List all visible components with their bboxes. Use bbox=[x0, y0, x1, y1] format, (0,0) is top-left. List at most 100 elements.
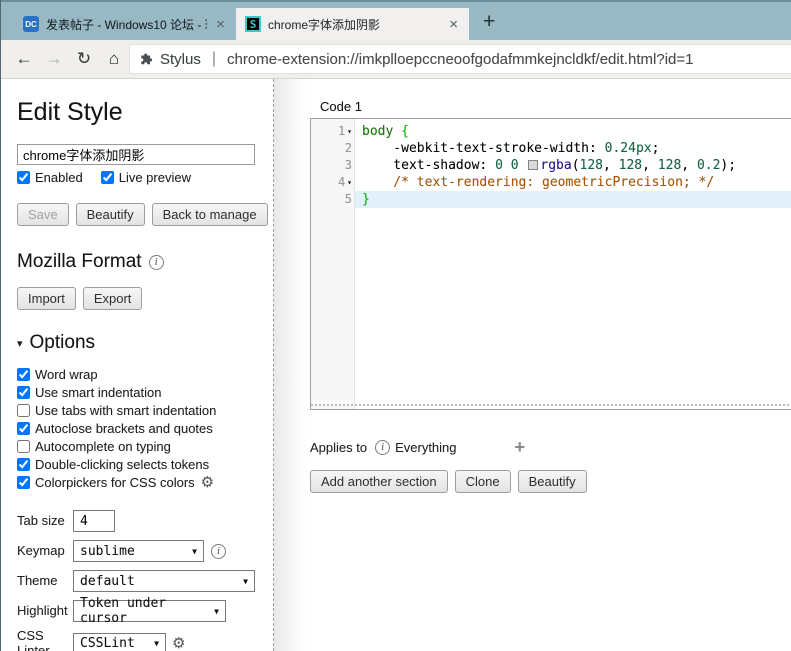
import-button[interactable]: Import bbox=[17, 287, 76, 310]
info-icon[interactable]: i bbox=[211, 544, 226, 559]
options-collapse-icon[interactable]: ▾ bbox=[17, 337, 23, 350]
clone-button[interactable]: Clone bbox=[455, 470, 511, 493]
code-token: , bbox=[642, 158, 658, 173]
smart-indentation-checkbox[interactable] bbox=[17, 386, 30, 399]
back-icon[interactable]: ← bbox=[9, 49, 39, 69]
highlight-value: Token under cursor bbox=[80, 596, 206, 626]
address-separator: | bbox=[212, 50, 216, 68]
tab-forum[interactable]: DC 发表帖子 - Windows10 论坛 - 玩 × bbox=[14, 8, 236, 40]
word-wrap-checkbox[interactable] bbox=[17, 368, 30, 381]
close-icon[interactable]: × bbox=[214, 17, 227, 32]
enabled-checkbox[interactable] bbox=[17, 171, 30, 184]
section-beautify-button[interactable]: Beautify bbox=[518, 470, 587, 493]
code-line[interactable]: 5} bbox=[311, 191, 791, 208]
code-token: , bbox=[681, 158, 697, 173]
close-icon[interactable]: × bbox=[447, 17, 460, 32]
option-autocomplete[interactable]: Autocomplete on typing bbox=[17, 437, 255, 455]
code-line[interactable]: 3 text-shadow: 0 0 rgba(128, 128, 128, 0… bbox=[311, 157, 791, 174]
code-token bbox=[503, 158, 511, 173]
export-button[interactable]: Export bbox=[83, 287, 143, 310]
tab-title: 发表帖子 - Windows10 论坛 - 玩 bbox=[46, 16, 207, 33]
line-number[interactable]: 1▾ bbox=[311, 123, 355, 140]
extension-puzzle-icon bbox=[139, 52, 153, 66]
code-token: 0.2 bbox=[697, 158, 720, 173]
code-section-label: Code 1 bbox=[320, 99, 791, 114]
code-token: ; bbox=[652, 141, 660, 156]
code-token: { bbox=[401, 124, 409, 139]
tabs-smart-indentation-checkbox[interactable] bbox=[17, 404, 30, 417]
double-click-tokens-checkbox[interactable] bbox=[17, 458, 30, 471]
code-token: , bbox=[603, 158, 619, 173]
code-token: body bbox=[362, 124, 393, 139]
option-word-wrap[interactable]: Word wrap bbox=[17, 365, 255, 383]
option-double-click-tokens[interactable]: Double-clicking selects tokens bbox=[17, 455, 255, 473]
home-icon[interactable]: ⌂ bbox=[99, 49, 129, 69]
live-preview-checkbox-label[interactable]: Live preview bbox=[101, 170, 191, 185]
live-preview-checkbox[interactable] bbox=[101, 171, 114, 184]
option-smart-indentation[interactable]: Use smart indentation bbox=[17, 383, 255, 401]
code-line[interactable]: 4▾ /* text-rendering: geometricPrecision… bbox=[311, 174, 791, 191]
option-label: Autoclose brackets and quotes bbox=[35, 421, 213, 436]
fold-arrow-icon[interactable]: ▾ bbox=[347, 123, 352, 140]
add-applies-to-button[interactable]: + bbox=[515, 437, 526, 458]
style-name-input[interactable] bbox=[17, 144, 255, 165]
css-linter-value: CSSLint bbox=[80, 636, 135, 651]
autocomplete-checkbox[interactable] bbox=[17, 440, 30, 453]
highlight-select[interactable]: Token under cursor ▼ bbox=[73, 600, 226, 622]
code-token: 0 bbox=[511, 158, 519, 173]
option-tabs-smart-indentation[interactable]: Use tabs with smart indentation bbox=[17, 401, 255, 419]
code-token bbox=[393, 124, 401, 139]
css-linter-select[interactable]: CSSLint ▼ bbox=[73, 633, 166, 651]
code-token: : bbox=[479, 158, 495, 173]
code-line[interactable]: 1▾ body { bbox=[311, 123, 791, 140]
enabled-checkbox-label[interactable]: Enabled bbox=[17, 170, 83, 185]
fold-arrow-icon[interactable]: ▾ bbox=[347, 174, 352, 191]
code-lines: 1▾ body {2 -webkit-text-stroke-width: 0.2… bbox=[311, 119, 791, 208]
color-swatch bbox=[528, 160, 538, 170]
code-editor[interactable]: 1▾ body {2 -webkit-text-stroke-width: 0.2… bbox=[310, 118, 791, 410]
line-number[interactable]: 4▾ bbox=[311, 174, 355, 191]
option-label: Use tabs with smart indentation bbox=[35, 403, 216, 418]
line-number[interactable]: 5 bbox=[311, 191, 355, 208]
tab-stylus-edit[interactable]: S chrome字体添加阴影 × bbox=[236, 8, 469, 40]
code-token: -webkit-text-stroke-width bbox=[362, 141, 589, 156]
code-line[interactable]: 2 -webkit-text-stroke-width: 0.24px; bbox=[311, 140, 791, 157]
option-autoclose-brackets[interactable]: Autoclose brackets and quotes bbox=[17, 419, 255, 437]
code-token: 128 bbox=[658, 158, 681, 173]
forward-icon[interactable]: → bbox=[39, 49, 69, 69]
chevron-down-icon: ▼ bbox=[154, 639, 159, 648]
code-token: rgba bbox=[540, 158, 571, 173]
tab-size-input[interactable] bbox=[73, 510, 115, 532]
code-token bbox=[519, 158, 527, 173]
editor-resize-grip[interactable] bbox=[311, 404, 791, 406]
line-number[interactable]: 3 bbox=[311, 157, 355, 174]
beautify-button[interactable]: Beautify bbox=[76, 203, 145, 226]
info-icon[interactable]: i bbox=[149, 255, 164, 270]
option-colorpickers[interactable]: Colorpickers for CSS colors ⚙ bbox=[17, 473, 255, 491]
gear-icon[interactable]: ⚙ bbox=[201, 475, 214, 490]
autoclose-brackets-checkbox[interactable] bbox=[17, 422, 30, 435]
theme-select[interactable]: default ▼ bbox=[73, 570, 255, 592]
back-to-manage-button[interactable]: Back to manage bbox=[152, 203, 268, 226]
new-tab-button[interactable]: + bbox=[483, 11, 495, 32]
save-button[interactable]: Save bbox=[17, 203, 69, 226]
colorpickers-checkbox[interactable] bbox=[17, 476, 30, 489]
reload-icon[interactable]: ↻ bbox=[69, 49, 99, 69]
info-icon[interactable]: i bbox=[375, 440, 390, 455]
keymap-value: sublime bbox=[80, 544, 135, 559]
edit-style-panel: Edit Style Enabled Live preview Save Bea… bbox=[1, 79, 274, 651]
tab-bar: DC 发表帖子 - Windows10 论坛 - 玩 × S chrome字体添… bbox=[1, 0, 791, 40]
gear-icon[interactable]: ⚙ bbox=[172, 636, 185, 651]
browser-toolbar: ← → ↻ ⌂ Stylus | chrome-extension://imkp… bbox=[1, 40, 791, 79]
line-number[interactable]: 2 bbox=[311, 140, 355, 157]
code-token: : bbox=[589, 141, 605, 156]
address-bar[interactable]: Stylus | chrome-extension://imkplloepccn… bbox=[129, 44, 791, 74]
nav-icons: ← → ↻ ⌂ bbox=[1, 40, 129, 78]
applies-to-label: Applies to bbox=[310, 440, 367, 455]
keymap-select[interactable]: sublime ▼ bbox=[73, 540, 204, 562]
stylus-favicon: S bbox=[245, 16, 261, 32]
option-label: Double-clicking selects tokens bbox=[35, 457, 209, 472]
options-list: Word wrap Use smart indentation Use tabs… bbox=[17, 365, 255, 491]
code-token: } bbox=[362, 192, 370, 207]
add-another-section-button[interactable]: Add another section bbox=[310, 470, 448, 493]
